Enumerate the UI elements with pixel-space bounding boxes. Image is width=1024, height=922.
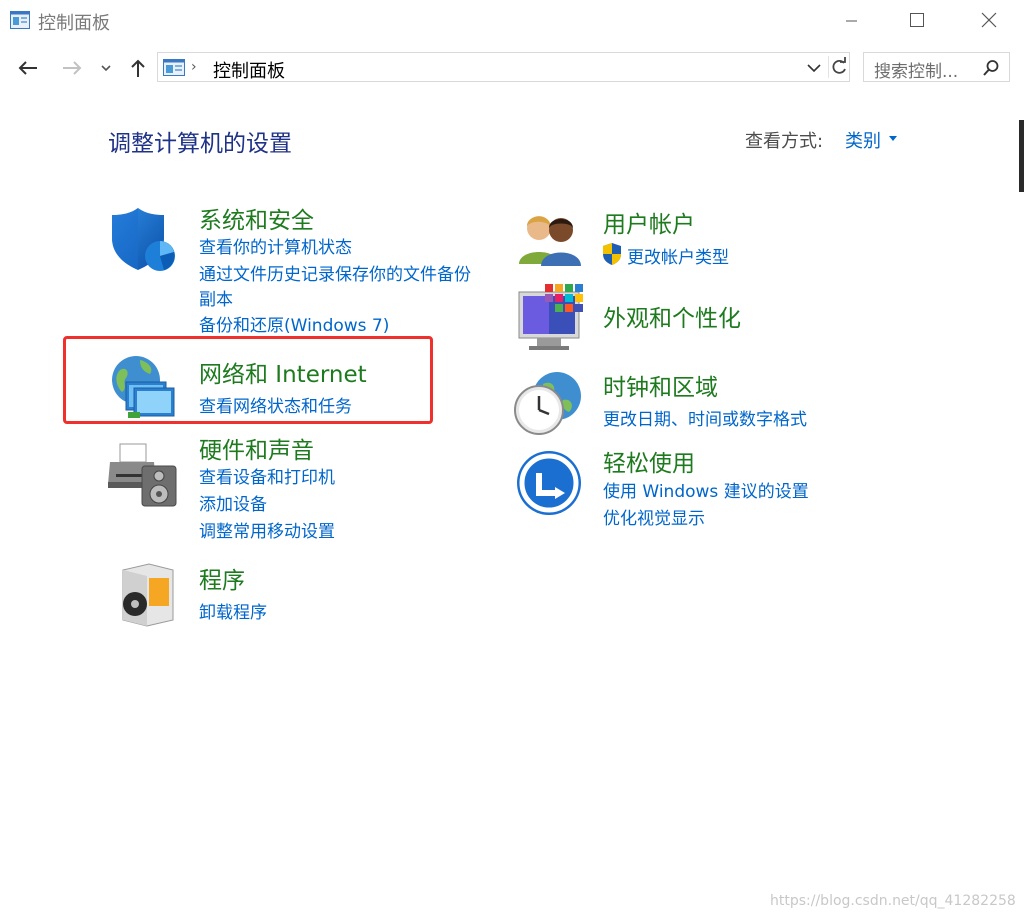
breadcrumb-control-panel[interactable]: 控制面板 (213, 57, 285, 83)
chevron-down-icon (101, 65, 111, 72)
refresh-icon (832, 57, 846, 74)
arrow-right-icon (63, 61, 82, 75)
appearance-monitor-icon[interactable] (515, 284, 587, 356)
forward-button[interactable] (60, 56, 84, 80)
link-windows-recommended-settings[interactable]: 使用 Windows 建议的设置 (603, 477, 809, 502)
maximize-icon (910, 13, 924, 27)
recent-locations-button[interactable] (99, 56, 113, 80)
link-change-date-time-format[interactable]: 更改日期、时间或数字格式 (603, 405, 807, 430)
category-system-security[interactable]: 系统和安全 (199, 201, 314, 235)
close-button[interactable] (966, 0, 1012, 42)
link-optimize-visual-display[interactable]: 优化视觉显示 (603, 504, 705, 529)
dropdown-caret-icon[interactable] (889, 136, 897, 141)
control-panel-icon (10, 11, 30, 29)
clock-globe-icon[interactable] (513, 368, 585, 440)
link-backup-restore[interactable]: 备份和还原(Windows 7) (199, 311, 389, 336)
uac-shield-icon (601, 242, 623, 266)
programs-box-icon[interactable] (113, 558, 185, 630)
link-file-history-backup-cont[interactable]: 副本 (199, 285, 233, 310)
window-title: 控制面板 (38, 13, 110, 34)
user-accounts-icon[interactable] (515, 206, 587, 278)
address-bar[interactable]: › 控制面板 (157, 52, 850, 82)
category-user-accounts[interactable]: 用户帐户 (603, 205, 695, 239)
link-devices-printers[interactable]: 查看设备和打印机 (199, 463, 335, 488)
maximize-button[interactable] (894, 0, 940, 42)
minimize-button[interactable] (828, 0, 874, 42)
watermark: https://blog.csdn.net/qq_41282258 (770, 893, 1016, 909)
category-ease-of-access[interactable]: 轻松使用 (603, 444, 695, 478)
close-icon (981, 12, 997, 28)
back-button[interactable] (16, 56, 40, 80)
view-by-dropdown[interactable]: 类别 (845, 127, 881, 153)
page-title: 调整计算机的设置 (108, 131, 292, 157)
link-file-history-backup[interactable]: 通过文件历史记录保存你的文件备份 (199, 260, 471, 285)
search-icon[interactable] (982, 59, 1000, 77)
search-box[interactable]: 搜索控制... (863, 52, 1010, 82)
link-uninstall-program[interactable]: 卸载程序 (199, 598, 267, 623)
minimize-icon (846, 20, 857, 22)
category-programs[interactable]: 程序 (199, 561, 245, 595)
link-check-computer-status[interactable]: 查看你的计算机状态 (199, 233, 352, 258)
arrow-up-icon (131, 59, 145, 77)
link-add-device[interactable]: 添加设备 (199, 490, 267, 515)
security-shield-icon[interactable] (108, 204, 180, 276)
address-dropdown-button[interactable] (804, 57, 824, 77)
highlight-annotation (63, 336, 433, 424)
title-bar: 控制面板 (0, 0, 1024, 42)
category-appearance-personalization[interactable]: 外观和个性化 (603, 299, 741, 333)
view-by-label: 查看方式: (745, 131, 824, 152)
ease-of-access-icon[interactable] (515, 449, 587, 521)
search-input[interactable]: 搜索控制... (874, 57, 958, 82)
category-clock-region[interactable]: 时钟和区域 (603, 368, 718, 402)
arrow-left-icon (18, 61, 37, 75)
refresh-button[interactable] (828, 56, 849, 78)
control-panel-icon (163, 59, 185, 76)
link-mobility-settings[interactable]: 调整常用移动设置 (199, 517, 335, 542)
chevron-down-icon (807, 64, 821, 73)
category-hardware-sound[interactable]: 硬件和声音 (199, 431, 314, 465)
up-button[interactable] (126, 56, 150, 80)
printer-speaker-icon[interactable] (106, 440, 178, 512)
background-window-edge (1019, 120, 1024, 192)
link-change-account-type[interactable]: 更改帐户类型 (627, 243, 729, 268)
breadcrumb-separator-icon[interactable]: › (191, 59, 197, 75)
